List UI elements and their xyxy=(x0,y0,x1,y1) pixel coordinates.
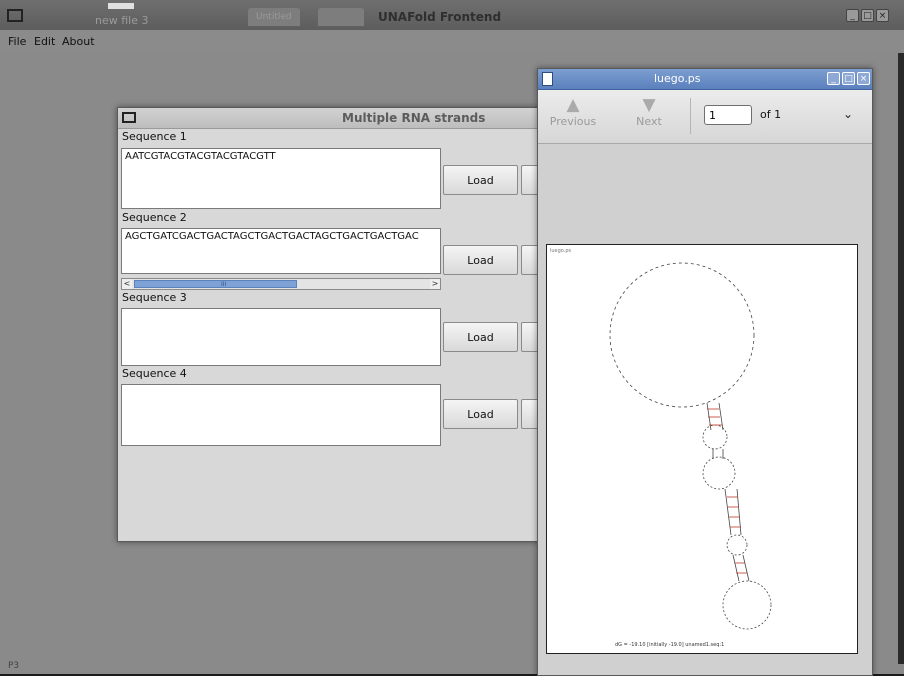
main-window-title: UNAFold Frontend xyxy=(378,10,502,24)
sequence-1-load-button[interactable]: Load xyxy=(443,165,518,195)
viewer-title: luego.ps xyxy=(654,72,701,85)
next-page-button[interactable]: ▼ Next xyxy=(624,95,674,128)
page-count-label: of 1 xyxy=(760,108,782,121)
window-menu-icon[interactable] xyxy=(7,9,23,22)
scroll-grip: III xyxy=(221,281,227,288)
scroll-thumb[interactable]: III xyxy=(134,280,297,288)
menubar: File Edit About xyxy=(0,30,904,52)
structure-caption: dG = -19.10 [initially -19.0] unamed1.se… xyxy=(615,642,725,648)
ghost-file-label: new file 3 xyxy=(95,14,149,27)
viewer-close-button[interactable]: × xyxy=(857,72,870,85)
menu-file[interactable]: File xyxy=(8,35,26,48)
close-button[interactable]: × xyxy=(876,9,889,22)
ghost-indicator xyxy=(108,3,134,9)
sequence-4-field[interactable] xyxy=(121,384,441,446)
dialog-titlebar[interactable]: Multiple RNA strands xyxy=(118,108,548,129)
postscript-viewer-window: luego.ps _ □ × ▲ Previous ▼ Next of 1 ⌄ … xyxy=(537,68,873,676)
chevron-down-icon[interactable]: ⌄ xyxy=(843,107,853,121)
sequence-4-label: Sequence 4 xyxy=(122,367,187,380)
dialog-title: Multiple RNA strands xyxy=(342,111,486,125)
main-titlebar[interactable]: new file 3 Untitled UNAFold Frontend _ □… xyxy=(0,0,904,31)
document-icon xyxy=(542,72,553,86)
viewer-titlebar[interactable]: luego.ps _ □ × xyxy=(538,69,872,90)
rna-secondary-structure-diagram xyxy=(609,262,772,630)
scroll-right-arrow[interactable]: > xyxy=(430,279,440,289)
page-number-input[interactable] xyxy=(704,105,752,125)
menu-edit[interactable]: Edit xyxy=(34,35,55,48)
sequence-2-field[interactable]: AGCTGATCGACTGACTAGCTGACTGACTAGCTGACTGACT… xyxy=(121,228,441,274)
document-page: luego.ps dG = -19.10 [initially -19.0] u… xyxy=(546,244,858,654)
sequence-2-label: Sequence 2 xyxy=(122,211,187,224)
viewer-maximize-button[interactable]: □ xyxy=(842,72,855,85)
menu-about[interactable]: About xyxy=(62,35,95,48)
sequence-2-scrollbar[interactable]: < III > xyxy=(121,278,441,290)
toolbar-separator xyxy=(690,98,691,134)
sequence-1-label: Sequence 1 xyxy=(122,130,187,143)
viewer-minimize-button[interactable]: _ xyxy=(827,72,840,85)
viewer-window-controls: _ □ × xyxy=(827,72,870,85)
dialog-menu-icon[interactable] xyxy=(122,112,136,123)
previous-page-button[interactable]: ▲ Previous xyxy=(548,95,598,128)
scroll-left-arrow[interactable]: < xyxy=(122,279,132,289)
main-window-controls: _ □ × xyxy=(846,9,889,22)
maximize-button[interactable]: □ xyxy=(861,9,874,22)
viewer-toolbar: ▲ Previous ▼ Next of 1 ⌄ xyxy=(538,90,872,144)
document-canvas[interactable]: luego.ps dG = -19.10 [initially -19.0] u… xyxy=(538,144,872,675)
ghost-tab-2 xyxy=(318,8,364,26)
ghost-tab: Untitled xyxy=(248,8,300,26)
status-text: P3 xyxy=(8,661,20,671)
multiple-rna-strands-dialog: Multiple RNA strands Sequence 1 AATCGTAC… xyxy=(117,107,549,542)
sequence-1-field[interactable]: AATCGTACGTACGTACGTACGTT xyxy=(121,148,441,209)
next-label: Next xyxy=(636,115,662,128)
sequence-2-load-button[interactable]: Load xyxy=(443,245,518,275)
background-strip xyxy=(898,53,904,664)
arrow-up-icon: ▲ xyxy=(566,95,580,115)
sequence-3-label: Sequence 3 xyxy=(122,291,187,304)
sequence-3-load-button[interactable]: Load xyxy=(443,322,518,352)
arrow-down-icon: ▼ xyxy=(642,95,656,115)
previous-label: Previous xyxy=(549,115,597,128)
sequence-4-load-button[interactable]: Load xyxy=(443,399,518,429)
minimize-button[interactable]: _ xyxy=(846,9,859,22)
sequence-3-field[interactable] xyxy=(121,308,441,366)
